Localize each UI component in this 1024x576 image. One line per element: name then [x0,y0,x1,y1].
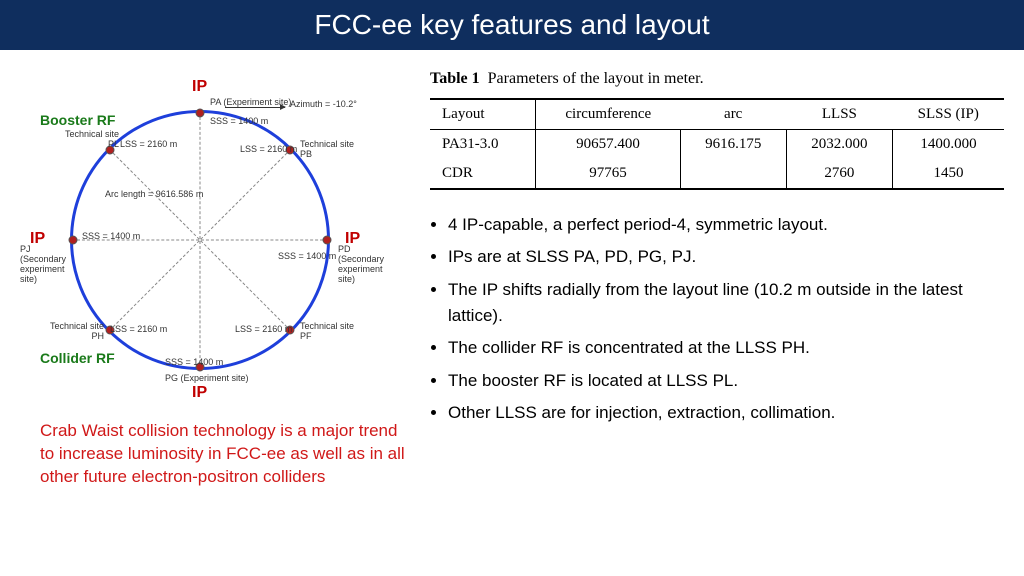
sss-pa-label: SSS = 1400 m [210,117,268,127]
params-table: Layout circumference arc LLSS SLSS (IP) … [430,98,1004,190]
th-layout: Layout [430,99,536,130]
title-bar: FCC-ee key features and layout [0,0,1024,50]
table-caption-label: Table 1 [430,70,480,87]
table-caption-text: Parameters of the layout in meter. [488,70,704,87]
table-row: PA31-3.0 90657.400 9616.175 2032.000 140… [430,130,1004,160]
sss-pd-label: SSS = 1400 m [278,252,336,262]
list-item: The collider RF is concentrated at the L… [448,335,1004,361]
table-caption: Table 1 Parameters of the layout in mete… [430,70,1004,88]
node-pa [196,109,205,118]
lss-ph-label: LSS = 2160 m [110,325,167,335]
ring-diagram: IP IP IP IP Booster RF Collider RF Azimu… [10,60,390,410]
right-column: Table 1 Parameters of the layout in mete… [430,60,1004,489]
list-item: Other LLSS are for injection, extraction… [448,400,1004,426]
node-pd [323,236,332,245]
bullet-list: 4 IP-capable, a perfect period-4, symmet… [430,212,1004,426]
lss-pl-label: LSS = 2160 m [120,140,177,150]
lss-pf-label: LSS = 2160 m [235,325,292,335]
ip-label-bottom: IP [192,384,207,402]
list-item: IPs are at SLSS PA, PD, PG, PJ. [448,244,1004,270]
th-circum: circumference [536,99,680,130]
pj-label: PJ (Secondary experiment site) [20,245,66,285]
page-title: FCC-ee key features and layout [314,9,709,41]
crab-waist-note: Crab Waist collision technology is a maj… [10,420,410,489]
node-pj [69,236,78,245]
pa-label: PA (Experiment site) [210,98,291,108]
pd-label: PD (Secondary experiment site) [338,245,384,285]
sss-pg-label: SSS = 1400 m [165,358,223,368]
ip-label-top: IP [192,78,207,96]
content: IP IP IP IP Booster RF Collider RF Azimu… [0,50,1024,499]
arc-length-label: Arc length = 9616.586 m [105,190,203,200]
th-llss: LLSS [786,99,892,130]
collider-rf-label: Collider RF [40,350,115,366]
lss-pb-label: LSS = 2160 m [240,145,297,155]
table-row: CDR 97765 2760 1450 [430,159,1004,189]
pb-label: Technical site PB [300,140,354,160]
left-column: IP IP IP IP Booster RF Collider RF Azimu… [10,60,410,489]
th-arc: arc [680,99,786,130]
pf-label: Technical site PF [300,322,354,342]
booster-rf-label: Booster RF [40,112,115,128]
sss-pj-label: SSS = 1400 m [82,232,140,242]
pl-label: Technical site PL [65,130,119,150]
azimuth-label: Azimuth = -10.2° [290,100,357,110]
list-item: 4 IP-capable, a perfect period-4, symmet… [448,212,1004,238]
list-item: The booster RF is located at LLSS PL. [448,368,1004,394]
th-slss: SLSS (IP) [893,99,1005,130]
ph-label: Technical site PH [50,322,104,342]
pg-label: PG (Experiment site) [165,374,249,384]
table-header-row: Layout circumference arc LLSS SLSS (IP) [430,99,1004,130]
list-item: The IP shifts radially from the layout l… [448,277,1004,330]
